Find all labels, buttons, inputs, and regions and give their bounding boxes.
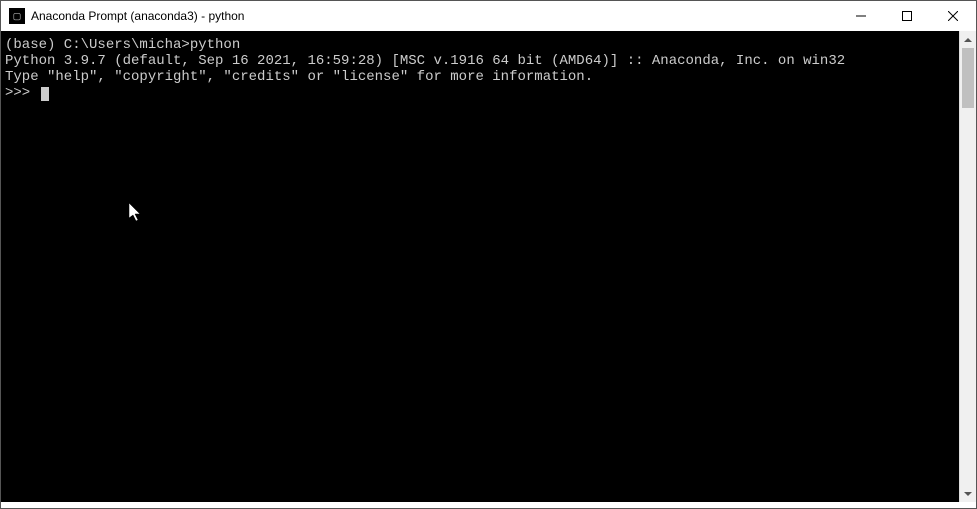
minimize-icon: [856, 11, 866, 21]
terminal-line-1: (base) C:\Users\micha>python: [5, 37, 240, 53]
terminal-line-2: Python 3.9.7 (default, Sep 16 2021, 16:5…: [5, 53, 845, 69]
minimize-button[interactable]: [838, 1, 884, 31]
close-icon: [948, 11, 958, 21]
chevron-down-icon: [964, 492, 972, 496]
chevron-up-icon: [964, 38, 972, 42]
titlebar[interactable]: ▢ Anaconda Prompt (anaconda3) - python: [1, 1, 976, 31]
scroll-track[interactable]: [960, 48, 976, 485]
scroll-up-button[interactable]: [960, 31, 976, 48]
scroll-thumb[interactable]: [962, 48, 974, 108]
vertical-scrollbar[interactable]: [959, 31, 976, 502]
window-title: Anaconda Prompt (anaconda3) - python: [31, 9, 838, 23]
maximize-icon: [902, 11, 912, 21]
window-frame: ▢ Anaconda Prompt (anaconda3) - python (…: [0, 0, 977, 509]
terminal-area[interactable]: (base) C:\Users\micha>python Python 3.9.…: [1, 31, 976, 502]
app-icon: ▢: [9, 8, 25, 24]
terminal-content[interactable]: (base) C:\Users\micha>python Python 3.9.…: [1, 31, 959, 502]
text-cursor: [41, 87, 49, 101]
terminal-icon: ▢: [13, 11, 22, 22]
terminal-line-3: Type "help", "copyright", "credits" or "…: [5, 69, 593, 85]
close-button[interactable]: [930, 1, 976, 31]
bottom-border: [1, 502, 976, 508]
maximize-button[interactable]: [884, 1, 930, 31]
python-prompt: >>>: [5, 85, 39, 101]
window-controls: [838, 1, 976, 31]
scroll-down-button[interactable]: [960, 485, 976, 502]
